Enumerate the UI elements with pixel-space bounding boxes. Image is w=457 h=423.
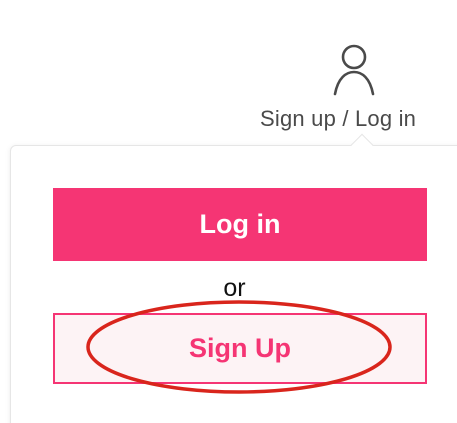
login-button[interactable]: Log in — [53, 188, 427, 261]
account-label: Sign up / Log in — [260, 106, 417, 131]
dropdown-caret — [350, 133, 374, 157]
account-menu-trigger[interactable]: Sign up / Log in — [248, 44, 457, 136]
signup-button[interactable]: Sign Up — [53, 313, 427, 384]
or-separator: or — [223, 274, 246, 302]
account-dropdown: Log in or Sign Up — [10, 133, 457, 423]
page: Sign up / Log in Log in or Sign Up — [0, 0, 457, 423]
user-icon — [333, 44, 375, 96]
